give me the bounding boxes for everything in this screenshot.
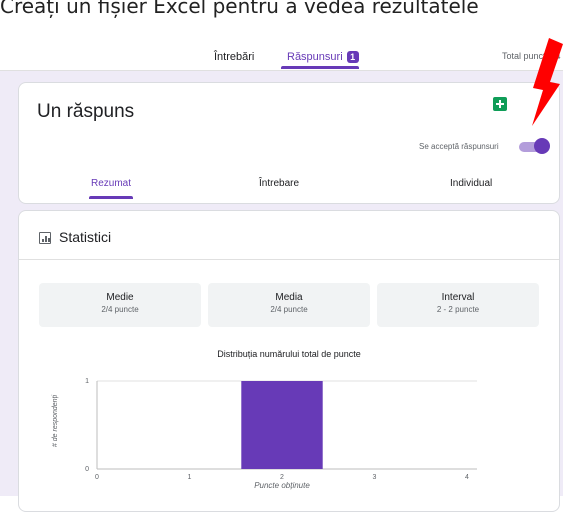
chart-title: Distribuția numărului total de puncte	[217, 349, 361, 359]
instruction-caption: Creați un fișier Excel pentru a vedea re…	[0, 0, 479, 18]
total-points-label: Total puncte: 4	[502, 51, 561, 61]
top-navigation: Întrebări Răspunsuri 1 Total puncte: 4	[0, 42, 563, 71]
statistics-title: Statistici	[59, 229, 112, 245]
statistics-card: Statistici Medie 2/4 puncte Media 2/4 pu…	[18, 210, 560, 512]
response-count-title: Un răspuns	[37, 101, 135, 122]
toggle-knob[interactable]	[534, 138, 550, 154]
accepting-responses-label: Se acceptă răspunsuri	[419, 142, 499, 151]
y-tick-label: 1	[85, 378, 89, 385]
x-axis-label: Puncte obținute	[254, 481, 310, 490]
stat-box-average: Medie 2/4 puncte	[39, 283, 201, 327]
y-tick-label: 0	[85, 466, 89, 473]
bar-2	[241, 381, 323, 469]
tab-questions[interactable]: Întrebări	[214, 51, 254, 63]
x-tick-label: 0	[95, 474, 99, 481]
stat-value: 2 - 2 puncte	[436, 305, 480, 314]
divider	[19, 259, 559, 260]
subtab-summary[interactable]: Rezumat	[91, 178, 131, 189]
subtab-individual[interactable]: Individual	[450, 178, 492, 189]
stat-box-median: Media 2/4 puncte	[208, 283, 370, 327]
x-tick-label: 2	[280, 474, 284, 481]
stat-value: 2/4 puncte	[101, 305, 139, 314]
y-axis-label: # de respondenți	[52, 394, 59, 447]
bar-chart-icon	[39, 232, 51, 244]
responses-summary-card: Un răspuns Se acceptă răspunsuri Rezumat…	[18, 82, 560, 204]
subtab-question[interactable]: Întrebare	[259, 178, 299, 189]
google-sheets-icon[interactable]	[493, 97, 507, 111]
response-count-badge: 1	[346, 51, 359, 64]
points-distribution-chart: 0 1 2 3 4 0 1 Puncte obținute # de respondenți	[52, 378, 477, 490]
stat-label: Interval	[441, 292, 475, 303]
stat-value: 2/4 puncte	[270, 305, 308, 314]
stat-label: Medie	[106, 292, 134, 303]
tab-responses-label: Răspunsuri	[287, 51, 343, 63]
tab-responses[interactable]: Răspunsuri 1	[287, 51, 359, 64]
x-tick-label: 3	[373, 474, 377, 481]
stat-box-range: Interval 2 - 2 puncte	[377, 283, 539, 327]
active-tab-indicator	[281, 66, 359, 69]
x-tick-label: 1	[188, 474, 192, 481]
x-tick-label: 4	[465, 474, 469, 481]
active-subtab-indicator	[89, 196, 133, 199]
stat-label: Media	[275, 292, 303, 303]
